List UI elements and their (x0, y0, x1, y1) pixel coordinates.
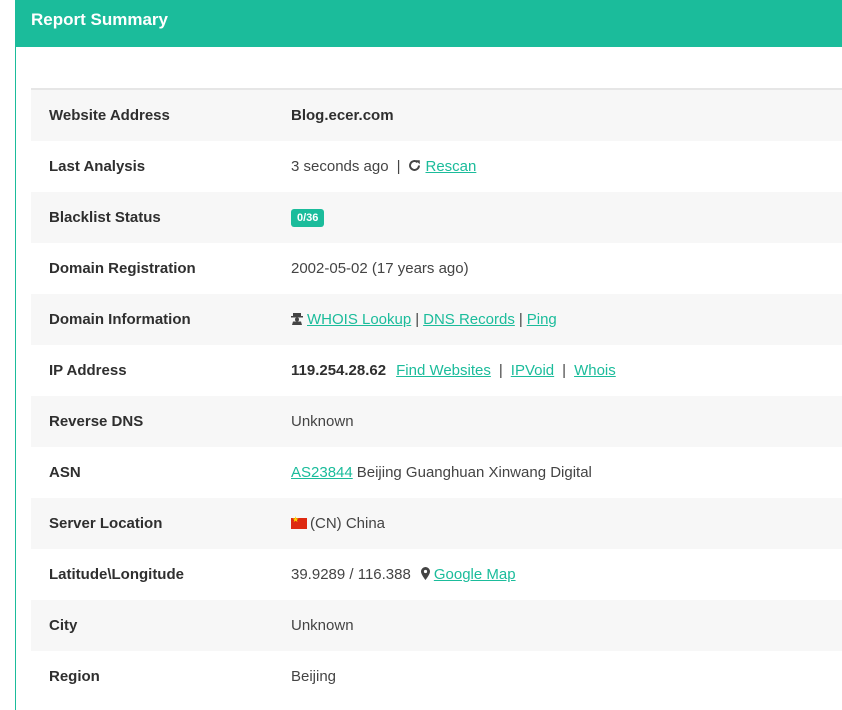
row-reverse-dns: Reverse DNS Unknown (31, 396, 842, 447)
report-summary-panel: Report Summary Website Address Blog.ecer… (15, 0, 842, 710)
whois-lookup-link[interactable]: WHOIS Lookup (307, 311, 411, 328)
row-city: City Unknown (31, 600, 842, 651)
region-value: Beijing (291, 668, 337, 685)
ip-address-value: 119.254.28.62 Find Websites | IPVoid | W… (291, 362, 616, 379)
row-label: Last Analysis (49, 158, 146, 175)
row-label: IP Address (49, 362, 127, 379)
latlong-value: 39.9289 / 116.388 Google Map (291, 566, 516, 583)
row-label: Blacklist Status (49, 209, 161, 226)
google-map-link[interactable]: Google Map (434, 566, 516, 583)
china-flag-icon (291, 515, 307, 529)
row-label: Region (49, 668, 100, 685)
row-domain-registration: Domain Registration 2002-05-02 (17 years… (31, 243, 842, 294)
row-label: Latitude\Longitude (49, 566, 184, 583)
row-last-analysis: Last Analysis 3 seconds ago | Rescan (31, 141, 842, 192)
row-label: Reverse DNS (49, 413, 144, 430)
coordinates: 39.9289 / 116.388 (291, 566, 411, 583)
row-ip-address: IP Address 119.254.28.62 Find Websites |… (31, 345, 842, 396)
row-domain-information: Domain Information WHOIS Lookup | DNS Re… (31, 294, 842, 345)
row-label: ASN (49, 464, 81, 481)
last-analysis-value: 3 seconds ago | Rescan (291, 158, 476, 175)
panel-title: Report Summary (31, 9, 168, 29)
row-latitude-longitude: Latitude\Longitude 39.9289 / 116.388 Goo… (31, 549, 842, 600)
ping-link[interactable]: Ping (527, 311, 557, 328)
row-label: City (49, 617, 78, 634)
asn-value: AS23844 Beijing Guanghuan Xinwang Digita… (291, 464, 592, 481)
ip-address: 119.254.28.62 (291, 362, 387, 379)
blacklist-badge: 0/36 (291, 208, 325, 227)
rescan-link[interactable]: Rescan (425, 158, 476, 175)
separator: | (498, 362, 503, 379)
row-website-address: Website Address Blog.ecer.com (31, 90, 842, 141)
find-websites-link[interactable]: Find Websites (396, 362, 491, 379)
row-label: Domain Information (49, 311, 191, 328)
domain-registration-value: 2002-05-02 (17 years ago) (291, 260, 469, 277)
blacklist-status-value: 0/36 (291, 208, 325, 227)
server-location-text: (CN) China (310, 515, 386, 532)
map-marker-icon (420, 566, 430, 583)
refresh-icon (408, 159, 421, 175)
ipvoid-link[interactable]: IPVoid (511, 362, 554, 379)
whois-link[interactable]: Whois (574, 362, 616, 379)
asn-link[interactable]: AS23844 (291, 464, 353, 481)
website-address-value: Blog.ecer.com (291, 107, 394, 124)
domain-information-value: WHOIS Lookup | DNS Records | Ping (291, 311, 557, 328)
dns-records-link[interactable]: DNS Records (423, 311, 515, 328)
row-asn: ASN AS23844 Beijing Guanghuan Xinwang Di… (31, 447, 842, 498)
last-analysis-time: 3 seconds ago (291, 158, 389, 175)
row-label: Domain Registration (49, 260, 196, 277)
reverse-dns-value: Unknown (291, 413, 354, 430)
row-label: Website Address (49, 107, 170, 124)
city-value: Unknown (291, 617, 354, 634)
summary-table: Website Address Blog.ecer.com Last Analy… (31, 88, 842, 702)
row-server-location: Server Location (CN) China (31, 498, 842, 549)
row-blacklist-status: Blacklist Status 0/36 (31, 192, 842, 243)
separator: | (562, 362, 567, 379)
asn-name: Beijing Guanghuan Xinwang Digital (356, 464, 592, 481)
panel-header: Report Summary (16, 0, 842, 47)
row-label: Server Location (49, 515, 163, 532)
row-region: Region Beijing (31, 651, 842, 702)
server-location-value: (CN) China (291, 515, 385, 532)
separator: | (518, 311, 523, 328)
separator: | (415, 311, 420, 328)
separator: | (396, 158, 401, 175)
user-secret-icon (291, 312, 303, 328)
